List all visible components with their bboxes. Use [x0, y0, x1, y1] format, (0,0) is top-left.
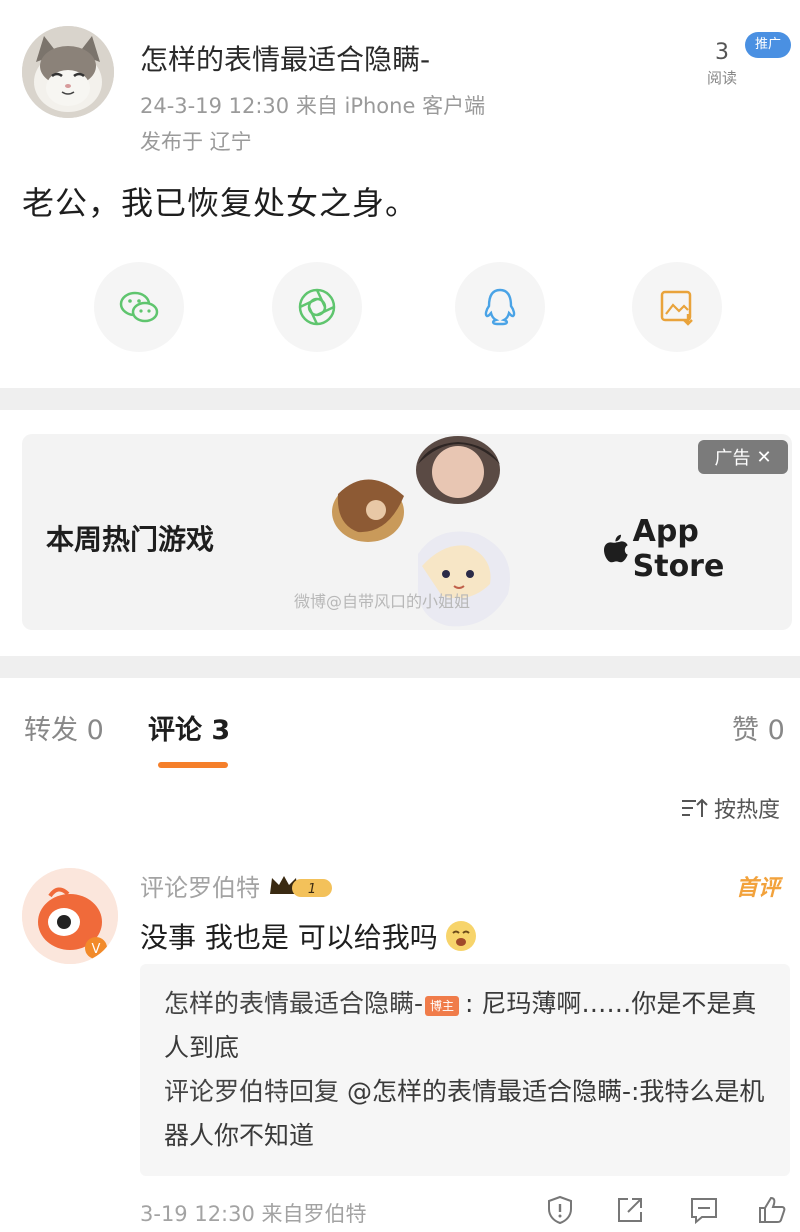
save-image-button[interactable] [632, 262, 722, 352]
weibo-robot-avatar-image: V [22, 868, 118, 964]
share-wechat-button[interactable] [94, 262, 184, 352]
app-store-label: App Store [632, 514, 725, 584]
thumbs-up-icon [759, 1196, 786, 1223]
comment-text: 没事 我也是 可以给我吗 [140, 921, 438, 954]
app-store-link[interactable]: App Store [604, 514, 792, 584]
vip-level: 1 [308, 882, 316, 897]
comment-timestamp-source: 3-19 12:30 来自罗伯特 [140, 1202, 367, 1226]
read-count-label: 阅读 [706, 69, 737, 87]
shield-alert-icon [548, 1195, 572, 1225]
commenter-avatar[interactable]: V [22, 868, 118, 964]
like-comment-button[interactable] [754, 1192, 790, 1228]
qq-icon [484, 288, 516, 326]
reply-comment-button[interactable] [686, 1192, 722, 1228]
commenter-name-row: 评论罗伯特 1 [140, 868, 334, 903]
vip-crown-icon: 1 [268, 872, 334, 900]
first-comment-badge: 首评 [736, 876, 781, 901]
read-count: 3 阅读 [700, 42, 744, 88]
report-button[interactable] [542, 1192, 578, 1228]
author-badge: 博主 [425, 996, 460, 1016]
post-location: 发布于 辽宁 [140, 130, 252, 154]
reply-author[interactable]: 怎样的表情最适合隐瞒- [164, 989, 423, 1018]
share-moments-button[interactable] [272, 262, 362, 352]
share-out-icon [618, 1198, 642, 1222]
section-divider-2 [0, 656, 800, 678]
share-comment-button[interactable] [612, 1192, 648, 1228]
emoji-icon [445, 921, 476, 951]
post-author-name[interactable]: 怎样的表情最适合隐瞒- [140, 38, 430, 78]
comment-text-row: 没事 我也是 可以给我吗 [140, 916, 478, 956]
cat-avatar-image [22, 26, 114, 118]
reply-item: 怎样的表情最适合隐瞒- 博主: 尼玛薄啊……你是不是真人到底 [164, 982, 766, 1070]
section-divider [0, 388, 800, 410]
tab-comments[interactable]: 评论 3 [148, 708, 230, 747]
active-tab-indicator [158, 762, 228, 768]
promote-badge[interactable]: 推广 [745, 32, 791, 58]
share-qq-button[interactable] [455, 262, 545, 352]
tab-likes[interactable]: 赞 0 [732, 708, 785, 747]
author-avatar[interactable] [22, 26, 114, 118]
reply-item: 评论罗伯特回复 @怎样的表情最适合隐瞒-:我特么是机器人你不知道 [164, 1070, 766, 1158]
comment-bubble-icon [691, 1198, 717, 1225]
commenter-name[interactable]: 评论罗伯特 [140, 868, 260, 903]
post-body-text: 老公，我已恢复处女之身。 [22, 184, 419, 222]
save-image-icon [660, 290, 693, 326]
tab-reposts[interactable]: 转发 0 [24, 708, 104, 747]
ad-tag-label: 广告 [714, 448, 751, 469]
sort-label: 按热度 [714, 798, 781, 823]
replies-box[interactable]: 怎样的表情最适合隐瞒- 博主: 尼玛薄啊……你是不是真人到底 评论罗伯特回复 @怎… [140, 964, 790, 1176]
reply-author[interactable]: 评论罗伯特回复 [164, 1077, 339, 1106]
moments-icon [298, 288, 336, 326]
close-icon: ✕ [756, 446, 772, 468]
share-row [0, 262, 800, 352]
read-count-number: 3 [715, 40, 729, 65]
post-timestamp-source: 24-3-19 12:30 来自 iPhone 客户端 [140, 94, 486, 118]
ad-close-tag[interactable]: 广告 ✕ [698, 440, 788, 474]
post-card: 怎样的表情最适合隐瞒- 24-3-19 12:30 来自 iPhone 客户端 … [0, 0, 800, 388]
apple-icon [604, 534, 628, 563]
sort-icon [682, 798, 708, 817]
ad-title: 本周热门游戏 [46, 523, 215, 556]
interaction-tabs: 转发 0 评论 3 赞 0 [0, 690, 800, 770]
svg-text:V: V [92, 942, 101, 957]
wechat-icon [119, 291, 159, 323]
ad-watermark: 微博@自带风口的小姐姐 [294, 592, 471, 611]
sort-by-hot-button[interactable]: 按热度 [680, 792, 780, 824]
reply-mention[interactable]: @怎样的表情最适合隐瞒- [347, 1077, 631, 1106]
ad-banner[interactable]: 本周热门游戏 微博@自带风口的小姐姐 App Store 广告 ✕ [22, 434, 792, 630]
